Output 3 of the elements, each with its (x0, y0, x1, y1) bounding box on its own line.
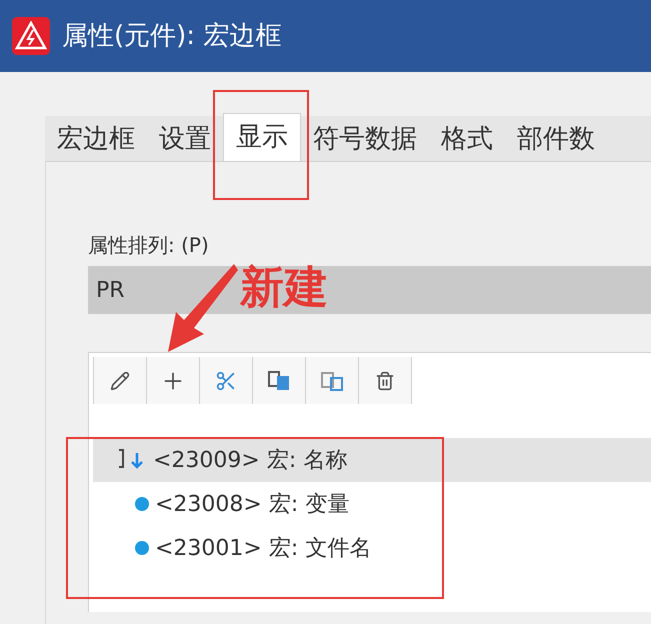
callout-label: 新建 (240, 266, 328, 310)
field-label: 属性排列: (P) (88, 232, 210, 259)
window-title: 属性(元件): 宏边框 (62, 20, 282, 52)
